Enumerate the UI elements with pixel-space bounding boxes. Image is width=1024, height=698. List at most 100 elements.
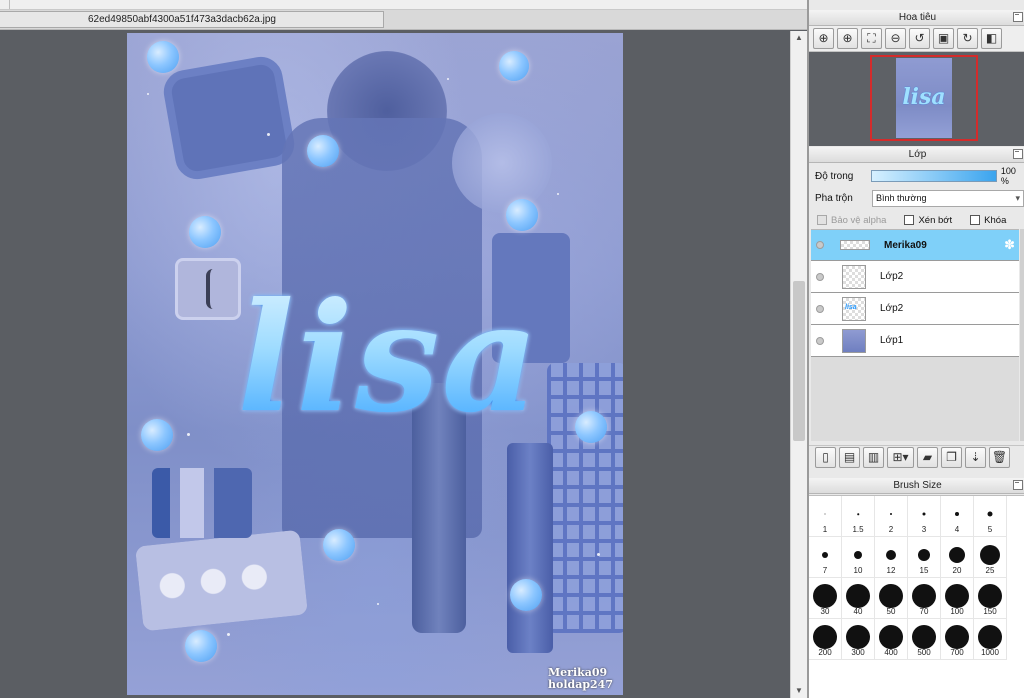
brush-size-cell[interactable]: 4 — [941, 496, 974, 537]
layer-row[interactable]: Lớp2 — [811, 293, 1019, 325]
navigator-toolbar: ⊕ ⊕ ⛶ ⊖ ↺ ▣ ↻ ◧ — [809, 26, 1024, 52]
brush-size-cell[interactable]: 400 — [875, 619, 908, 660]
sparkle — [597, 553, 600, 556]
brush-dot-icon — [813, 625, 837, 649]
brush-size-grid: 1 1.5 2 3 4 5 7 10 12 15 20 25 30 40 50 70 100 150 200 300 4… — [809, 495, 1024, 698]
duplicate-layer-icon[interactable]: ❐ — [941, 447, 962, 468]
layer-options-row: Bảo vệ alpha Xén bớt Khóa — [809, 209, 1024, 231]
brush-size-cell[interactable]: 12 — [875, 537, 908, 578]
rotate-left-icon[interactable]: ↺ — [909, 28, 930, 49]
layer-row[interactable]: Lớp2 — [811, 261, 1019, 293]
brush-size-cell[interactable]: 20 — [941, 537, 974, 578]
brush-size-label: 2 — [888, 525, 894, 534]
lisa-title-text: lisa — [219, 258, 559, 458]
brush-size-cell[interactable]: 3 — [908, 496, 941, 537]
brush-size-cell[interactable]: 30 — [809, 578, 842, 619]
brush-size-cell[interactable]: 5 — [974, 496, 1007, 537]
brush-dot-icon — [822, 552, 828, 558]
brush-size-label: 30 — [820, 607, 830, 616]
brush-size-cell[interactable]: 70 — [908, 578, 941, 619]
zoom-in-icon[interactable]: ⊕ — [837, 28, 858, 49]
brush-size-cell[interactable]: 200 — [809, 619, 842, 660]
brush-size-label: 25 — [985, 566, 995, 575]
folder-icon[interactable]: ▰ — [917, 447, 938, 468]
brush-size-cell[interactable]: 700 — [941, 619, 974, 660]
gear-icon[interactable]: ✽ — [1004, 238, 1015, 251]
lock-checkbox[interactable]: Khóa — [970, 215, 1006, 226]
scroll-up-icon[interactable]: ▲ — [794, 33, 804, 43]
fit-icon[interactable]: ⛶ — [861, 28, 882, 49]
brush-size-cell[interactable]: 150 — [974, 578, 1007, 619]
protect-alpha-checkbox[interactable]: Bảo vệ alpha — [817, 215, 886, 226]
bottles-shape — [152, 468, 252, 538]
navigator-preview[interactable]: lisa — [809, 52, 1024, 146]
add-layer-menu-icon[interactable]: ⊞▾ — [887, 447, 914, 468]
brush-size-cell[interactable]: 15 — [908, 537, 941, 578]
maximize-icon[interactable] — [1013, 12, 1023, 22]
brush-dot-icon — [922, 512, 926, 516]
brush-size-cell[interactable]: 7 — [809, 537, 842, 578]
new-layer-icon[interactable]: ▯ — [815, 447, 836, 468]
rotate-right-icon[interactable]: ↻ — [957, 28, 978, 49]
layer-panel-title: Lớp — [809, 147, 1024, 163]
zoom-actual-icon[interactable]: ⊕ — [813, 28, 834, 49]
brush-size-cell[interactable]: 500 — [908, 619, 941, 660]
visibility-icon[interactable] — [816, 272, 824, 281]
brush-size-cell[interactable]: 40 — [842, 578, 875, 619]
canvas-area[interactable]: lisa Merika09 holdap247 — [0, 31, 790, 698]
visibility-icon[interactable] — [816, 241, 824, 249]
scroll-thumb[interactable] — [793, 281, 805, 441]
brush-size-cell[interactable]: 300 — [842, 619, 875, 660]
merge-down-icon[interactable]: ⇣ — [965, 447, 986, 468]
sparkle — [267, 133, 270, 136]
right-side-panels: Hoa tiêu ⊕ ⊕ ⛶ ⊖ ↺ ▣ ↻ ◧ lisa Lớp Độ tro… — [807, 0, 1024, 698]
visibility-icon[interactable] — [816, 304, 824, 313]
zoom-out-icon[interactable]: ⊖ — [885, 28, 906, 49]
opacity-slider[interactable] — [871, 170, 997, 182]
brush-size-cell[interactable]: 1 — [809, 496, 842, 537]
top-toolbar-strip — [0, 0, 807, 10]
brush-size-cell[interactable]: 1000 — [974, 619, 1007, 660]
new-1bit-layer-icon[interactable]: ▥ — [863, 447, 884, 468]
layer-row[interactable]: Lớp1 — [811, 325, 1019, 357]
blend-mode-select[interactable]: Bình thường — [872, 189, 1024, 207]
brush-size-label: 4 — [954, 525, 960, 534]
blue-bubble — [510, 579, 542, 611]
document-tab[interactable]: 62ed49850abf4300a51f473a3dacb62a.jpg — [0, 11, 384, 28]
delete-layer-icon[interactable]: 🗑 — [989, 447, 1010, 468]
checkbox-box — [970, 215, 981, 225]
brush-size-panel: Brush Size 1 1.5 2 3 4 5 7 10 12 15 20 25 30 40 50 70 10… — [809, 478, 1024, 698]
brush-size-cell[interactable]: 1.5 — [842, 496, 875, 537]
lock-label: Khóa — [984, 214, 1007, 226]
layer-row[interactable]: Merika09 ✽ — [811, 230, 1019, 261]
new-8bit-layer-icon[interactable]: ▤ — [839, 447, 860, 468]
clipping-label: Xén bớt — [918, 214, 953, 226]
brush-dot-icon — [945, 584, 969, 608]
blend-row: Pha trộn Bình thường — [809, 187, 1024, 209]
brush-size-cell[interactable]: 100 — [941, 578, 974, 619]
canvas-vertical-scrollbar[interactable]: ▲ ▼ — [790, 31, 807, 698]
canvas-artwork[interactable]: lisa Merika09 holdap247 — [127, 33, 623, 695]
blue-bubble — [185, 630, 217, 662]
brush-size-cell[interactable]: 2 — [875, 496, 908, 537]
brush-size-cell[interactable]: 25 — [974, 537, 1007, 578]
maximize-icon[interactable] — [1013, 480, 1023, 490]
maximize-icon[interactable] — [1013, 149, 1023, 159]
fit-window-icon[interactable]: ▣ — [933, 28, 954, 49]
brush-size-cell[interactable]: 50 — [875, 578, 908, 619]
navigator-thumbnail: lisa — [896, 58, 952, 138]
toolbar-corner — [0, 0, 10, 9]
layer-list-scrollbar[interactable] — [1020, 229, 1024, 441]
visibility-icon[interactable] — [816, 336, 824, 345]
navigator-viewport-frame[interactable]: lisa — [870, 55, 978, 141]
clipping-checkbox[interactable]: Xén bớt — [904, 215, 952, 226]
flip-icon[interactable]: ◧ — [981, 28, 1002, 49]
brush-size-cell[interactable]: 10 — [842, 537, 875, 578]
sparkle — [227, 633, 230, 636]
brush-size-label: 20 — [952, 566, 962, 575]
scroll-down-icon[interactable]: ▼ — [794, 686, 804, 696]
blue-bubble — [506, 199, 538, 231]
layer-thumbnail — [842, 296, 866, 321]
sparkle — [557, 193, 559, 195]
navigator-title: Hoa tiêu — [809, 10, 1024, 26]
